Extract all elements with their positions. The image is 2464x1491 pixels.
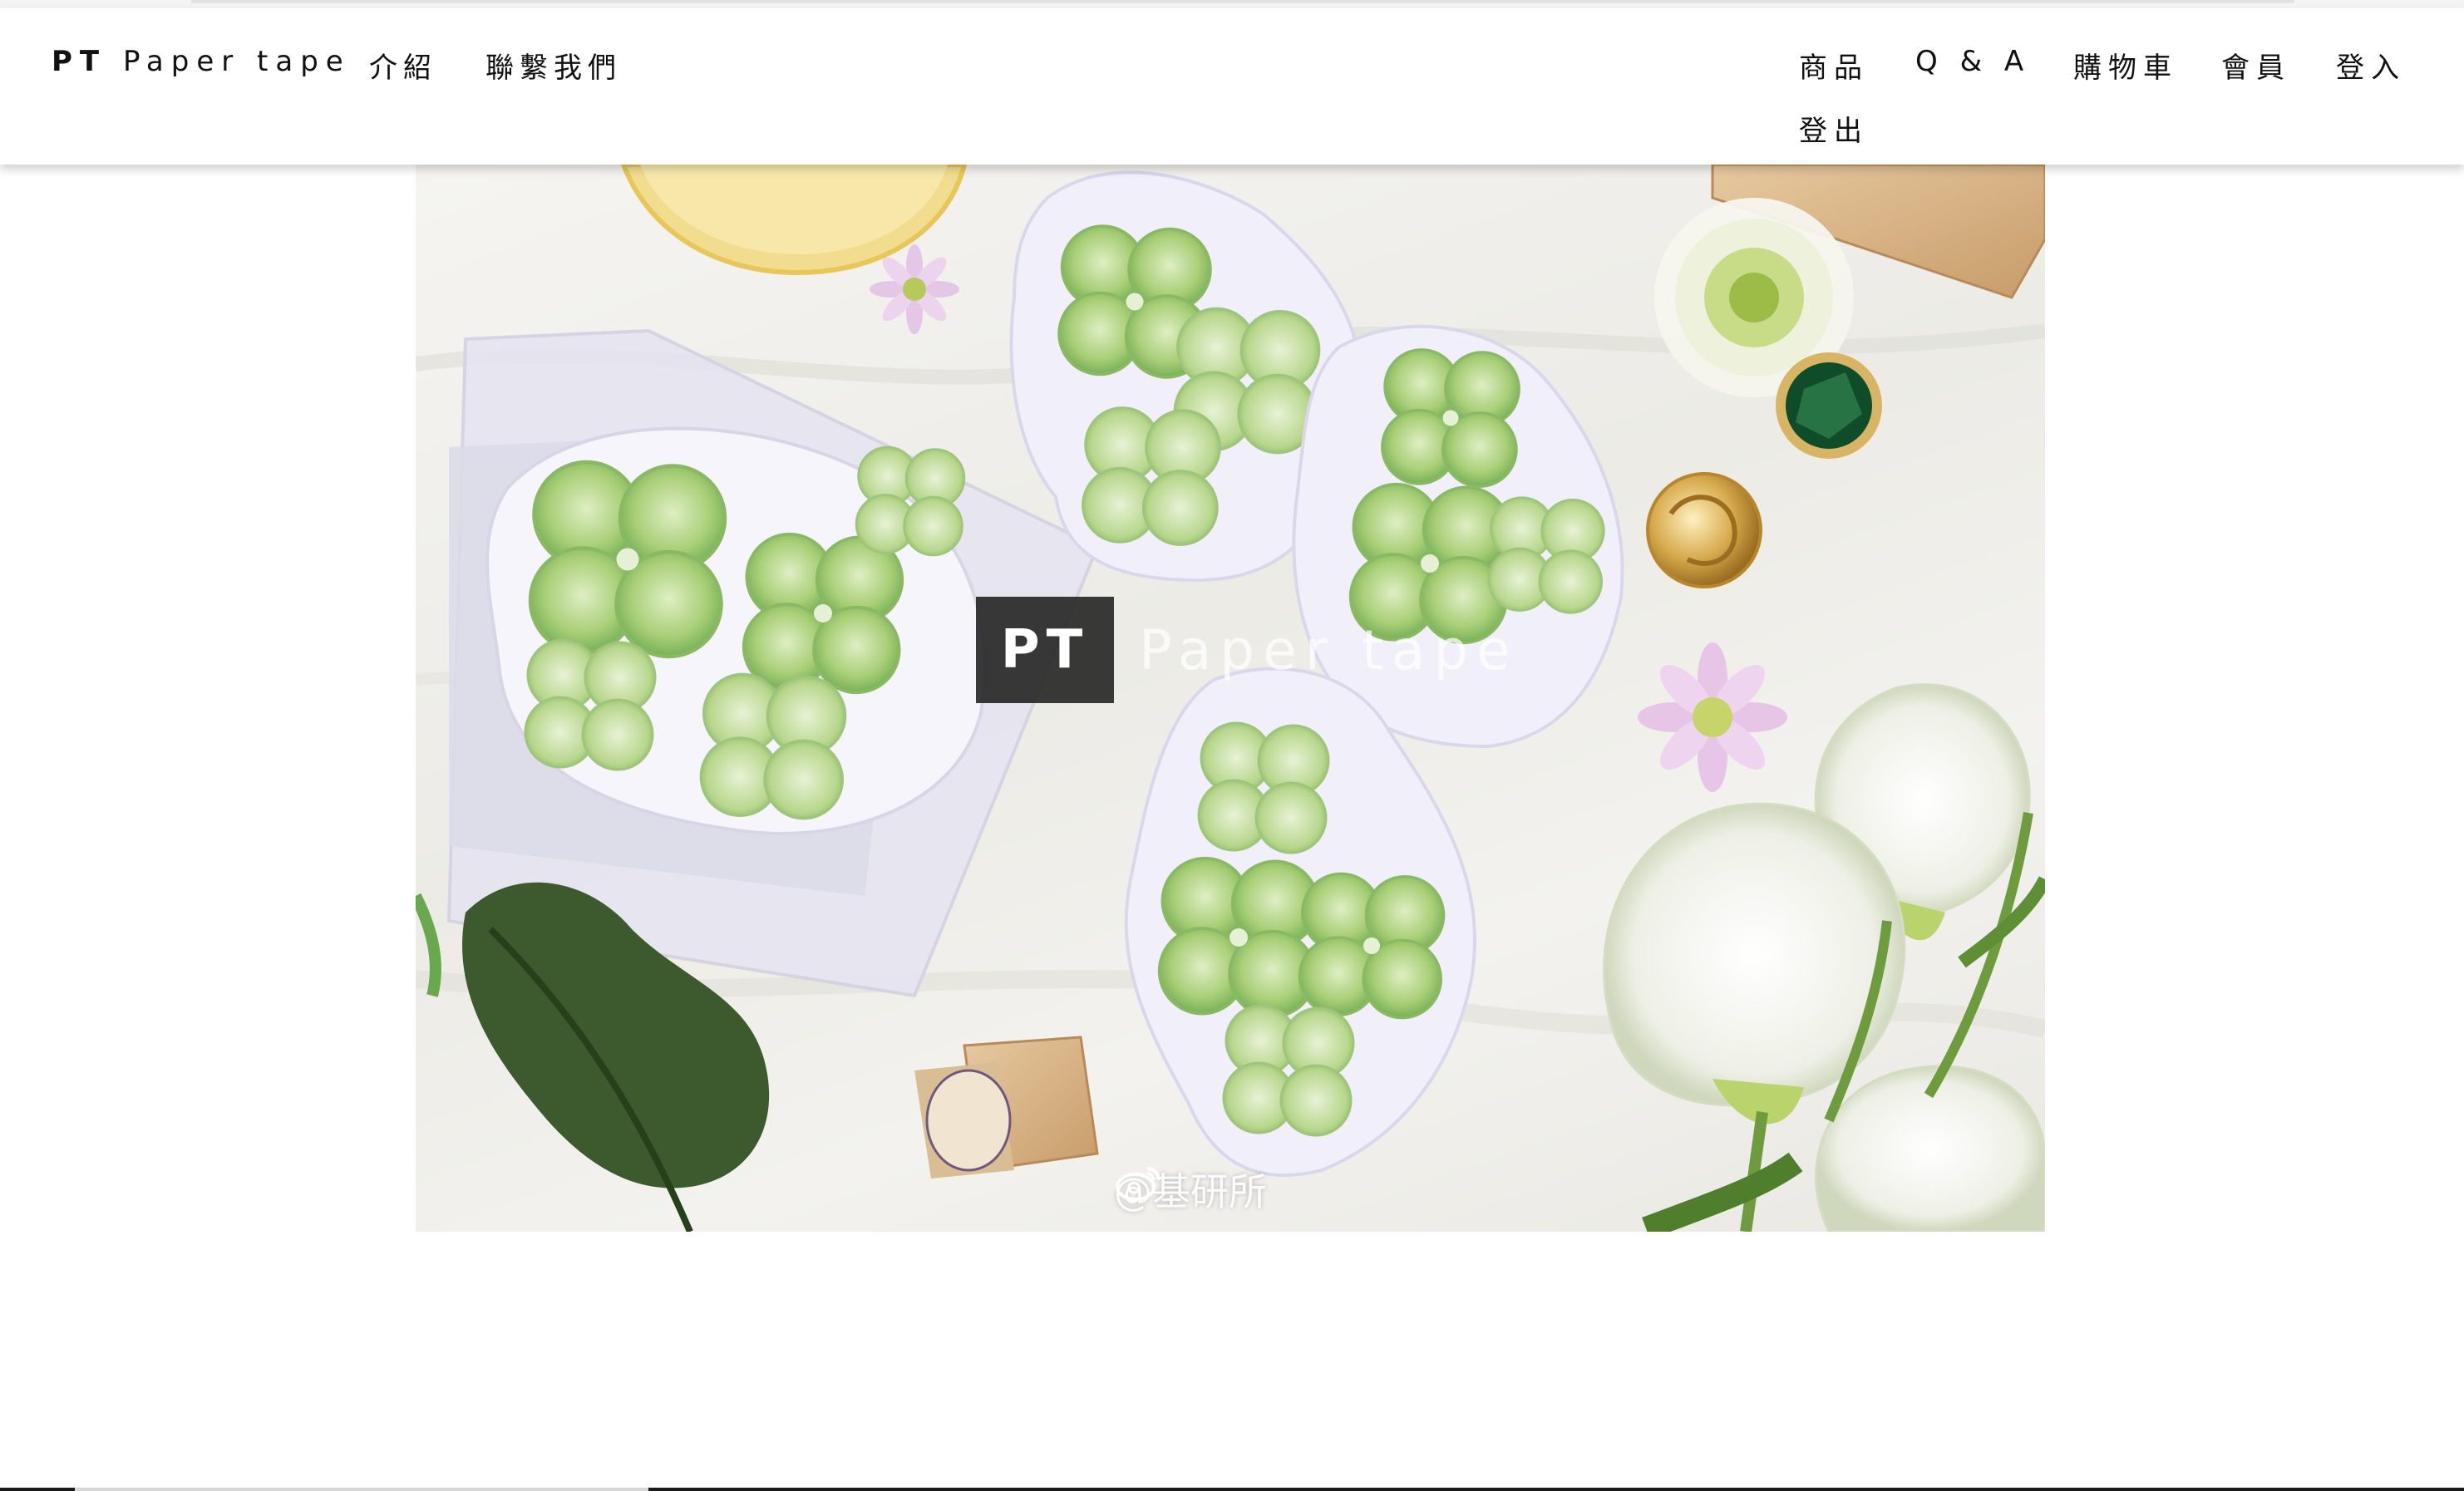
nav-qa[interactable]: Q & A [1915, 45, 2030, 78]
hero-logo-box: PT [976, 597, 1114, 703]
nav-products[interactable]: 商品 [1799, 45, 1869, 86]
nav-logout[interactable]: 登出 [1799, 108, 1869, 149]
nav-member[interactable]: 會員 [2221, 45, 2291, 86]
brand-bold: PT [52, 45, 107, 78]
nav-login[interactable]: 登入 [2336, 45, 2406, 86]
weibo-icon [1116, 1167, 1161, 1201]
top-navbar: PT Paper tape 介紹 聯繫我們 商品 Q & A 購物車 會員 登入… [0, 8, 2464, 165]
weibo-watermark: @基研所 [1114, 1162, 1267, 1217]
bottom-divider [0, 1488, 2464, 1491]
hero-logo-overlay: PT Paper tape [976, 597, 1519, 703]
wooden-stamp-bottom [914, 1036, 1099, 1179]
hero-logo-text: Paper tape [1139, 618, 1519, 682]
nav-cart[interactable]: 購物車 [2073, 45, 2178, 86]
brand-logo[interactable]: PT Paper tape [52, 45, 351, 78]
hero-banner-image: PT Paper tape @基研所 [416, 165, 2045, 1232]
nav-about[interactable]: 介紹 [369, 45, 437, 86]
brand-text: Paper tape [122, 45, 351, 78]
nav-contact[interactable]: 聯繫我們 [485, 45, 622, 86]
sticker-card-bottom [1124, 667, 1476, 1178]
browser-top-strip [0, 0, 2464, 8]
